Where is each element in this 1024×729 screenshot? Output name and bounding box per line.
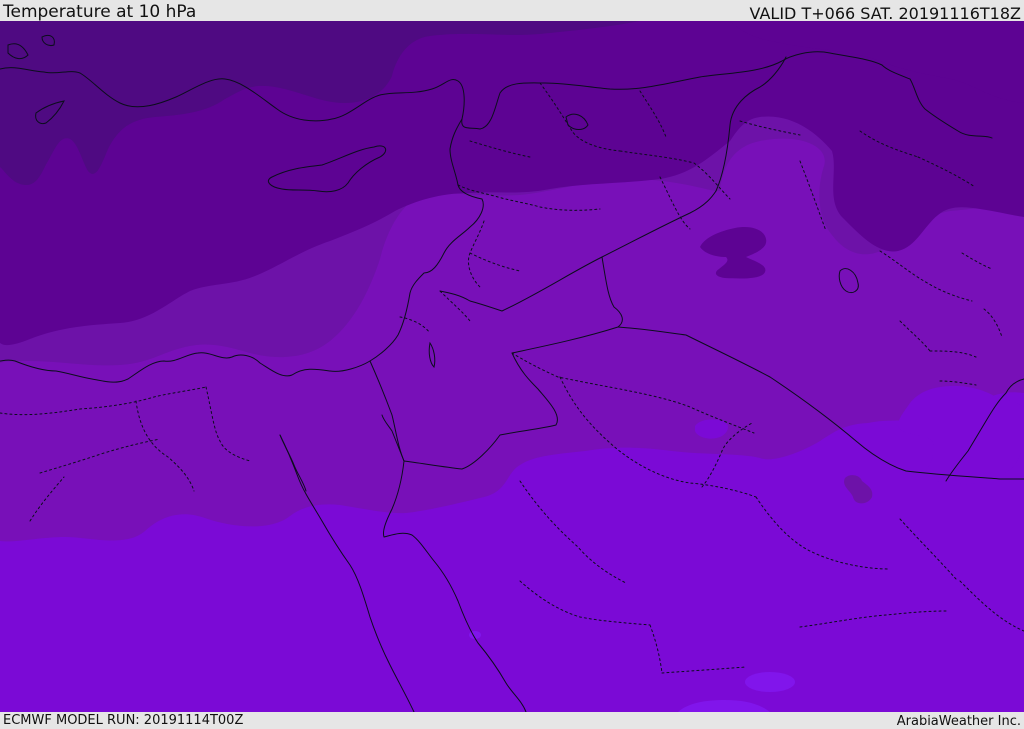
map-footer: ECMWF MODEL RUN: 20191114T00Z ArabiaWeat… bbox=[0, 712, 1024, 729]
map-title: Temperature at 10 hPa bbox=[3, 2, 197, 22]
temperature-map-svg bbox=[0, 21, 1024, 712]
map-header: Temperature at 10 hPa VALID T+066 SAT. 2… bbox=[0, 0, 1024, 23]
temperature-map bbox=[0, 21, 1024, 712]
weather-map-page: Temperature at 10 hPa VALID T+066 SAT. 2… bbox=[0, 0, 1024, 729]
model-run-label: ECMWF MODEL RUN: 20191114T00Z bbox=[3, 713, 244, 728]
credit-label: ArabiaWeather Inc. bbox=[896, 714, 1021, 729]
warm-core-ellipse bbox=[745, 672, 795, 692]
